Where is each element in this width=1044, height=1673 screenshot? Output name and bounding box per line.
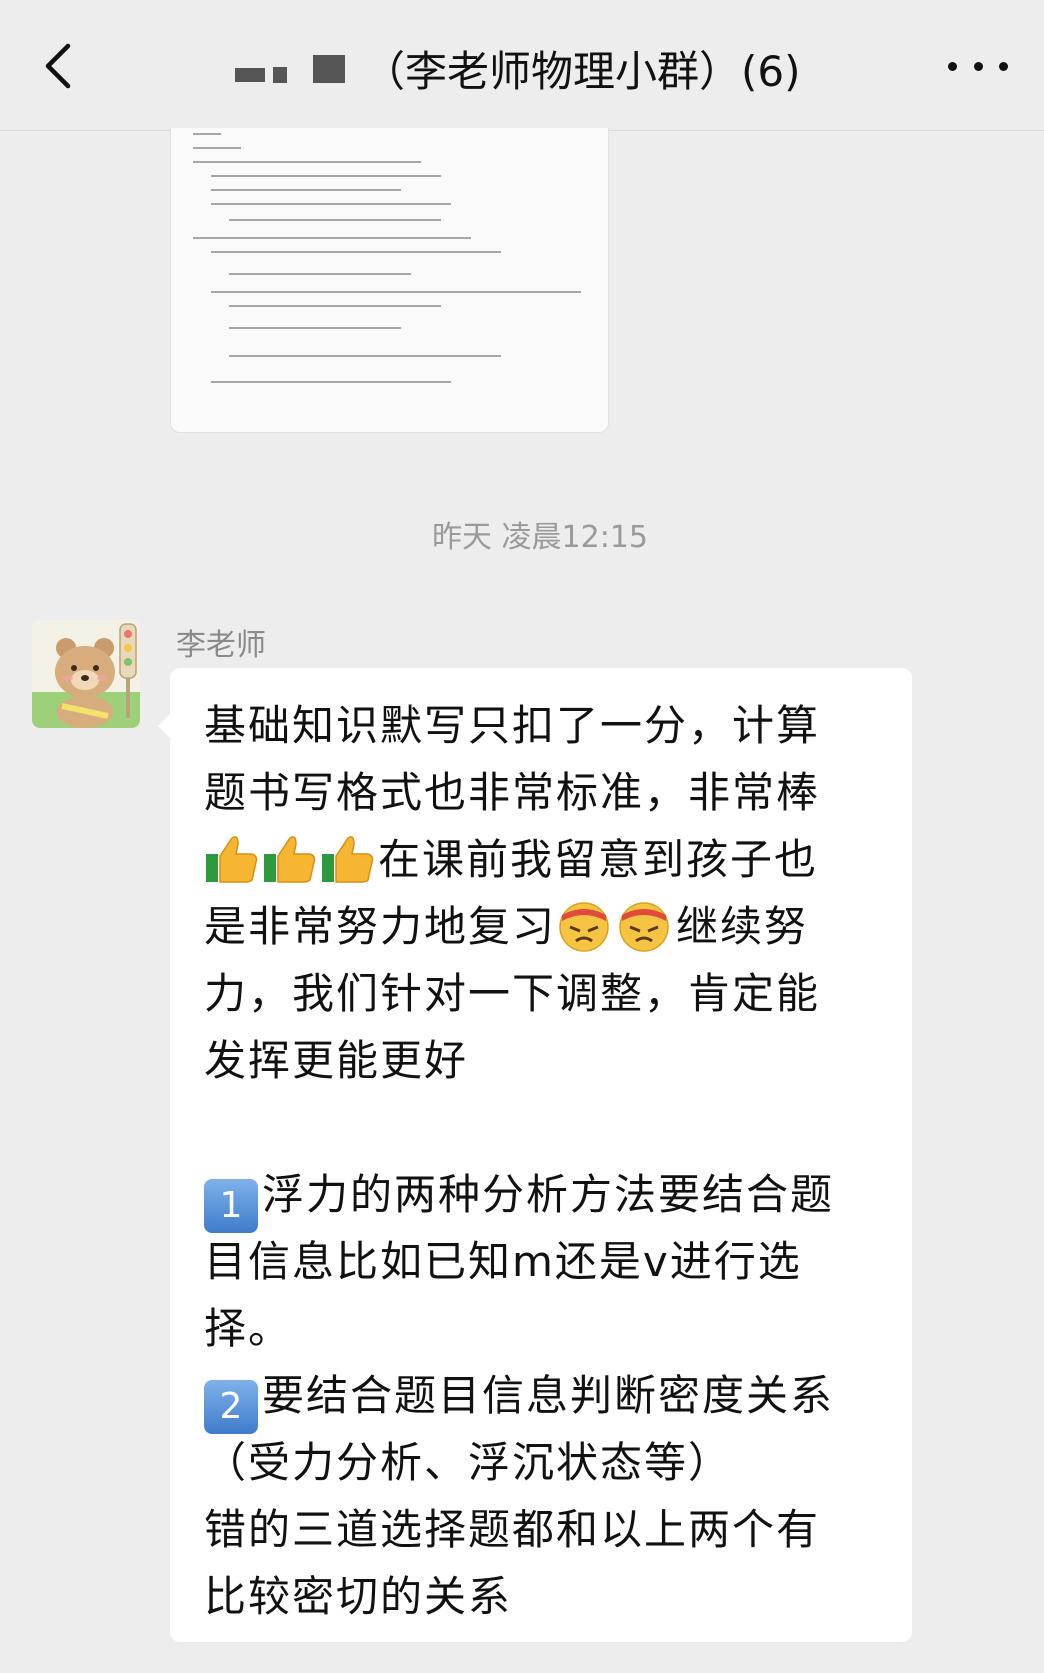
back-button[interactable] bbox=[36, 36, 86, 96]
message-line: （受力分析、浮沉状态等） bbox=[204, 1438, 733, 1487]
redacted-name-block bbox=[273, 67, 287, 83]
determined-face-icon bbox=[559, 902, 609, 952]
message-line: 比较密切的关系 bbox=[204, 1572, 513, 1621]
ellipsis-icon bbox=[948, 61, 957, 71]
chat-title-text: （李老师物理小群）(6) bbox=[363, 46, 801, 96]
message-line: 目信息比如已知m还是v进行选 bbox=[204, 1237, 802, 1286]
chat-title: （李老师物理小群）(6) bbox=[235, 40, 801, 96]
message-line: 基础知识默写只扣了一分，计算 bbox=[204, 701, 821, 750]
document-photo bbox=[193, 133, 581, 383]
thumbs-up-icon bbox=[206, 836, 258, 883]
message-line: 题书写格式也非常标准，非常棒 bbox=[204, 768, 821, 817]
sender-name: 李老师 bbox=[176, 628, 266, 663]
bear-avatar-icon bbox=[32, 620, 140, 728]
sender-avatar[interactable] bbox=[32, 620, 140, 728]
keycap-1-icon: 1 bbox=[204, 1179, 258, 1233]
redacted-name-block bbox=[235, 68, 265, 82]
message-line: 在课前我留意到孩子也 bbox=[204, 826, 904, 893]
message-line: 错的三道选择题都和以上两个有 bbox=[204, 1505, 821, 1554]
bubble-tail bbox=[158, 714, 170, 738]
message-timestamp: 昨天 凌晨12:15 bbox=[432, 520, 648, 555]
message-line: 力，我们针对一下调整，肯定能 bbox=[204, 969, 821, 1018]
message-line: 择。 bbox=[204, 1304, 293, 1353]
message-line: 1 浮力的两种分析方法要结合题 bbox=[204, 1161, 904, 1233]
chat-header: （李老师物理小群）(6) bbox=[0, 0, 1044, 131]
message-line: 是非常努力地复习 继续努 bbox=[204, 893, 904, 960]
keycap-2-icon: 2 bbox=[204, 1380, 258, 1434]
chevron-left-icon bbox=[45, 43, 71, 89]
message-bubble[interactable]: 基础知识默写只扣了一分，计算 题书写格式也非常标准，非常棒 在课前我留意到孩子也… bbox=[158, 668, 912, 1642]
redacted-name-block bbox=[313, 55, 345, 83]
message-line: 发挥更能更好 bbox=[204, 1036, 469, 1085]
thumbs-up-icon bbox=[264, 836, 316, 883]
more-options-button[interactable] bbox=[948, 44, 1008, 88]
thumbs-up-icon bbox=[322, 836, 374, 883]
determined-face-icon bbox=[619, 902, 669, 952]
image-message[interactable] bbox=[170, 128, 609, 433]
message-text: 基础知识默写只扣了一分，计算 题书写格式也非常标准，非常棒 在课前我留意到孩子也… bbox=[204, 692, 904, 1630]
message-line: 2 要结合题目信息判断密度关系 bbox=[204, 1362, 904, 1434]
